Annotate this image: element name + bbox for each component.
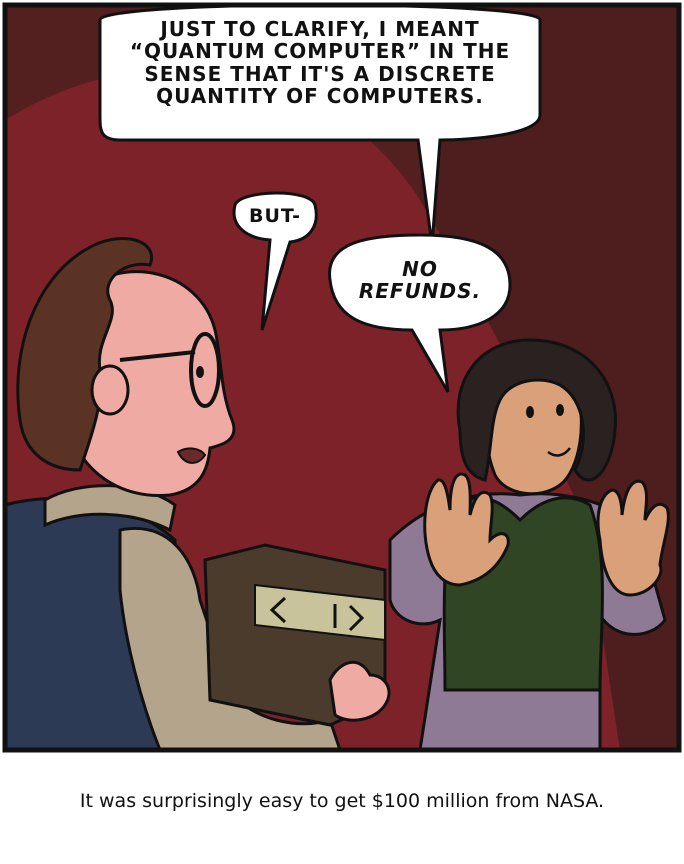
comic-caption: It was surprisingly easy to get $100 mil… <box>79 790 605 812</box>
man-eye <box>196 366 204 378</box>
speech-text-refunds: NO REFUNDS. <box>358 257 482 304</box>
comic-panel <box>2 2 682 753</box>
man-ear <box>90 364 130 416</box>
speech-text-top: JUST TO CLARIFY, I MEANT “QUANTUM COMPUT… <box>129 17 511 109</box>
speech-text-but: BUT- <box>249 205 301 227</box>
woman-eye-left <box>526 406 534 418</box>
computer-box <box>203 543 391 727</box>
woman-eye-right <box>556 404 564 416</box>
